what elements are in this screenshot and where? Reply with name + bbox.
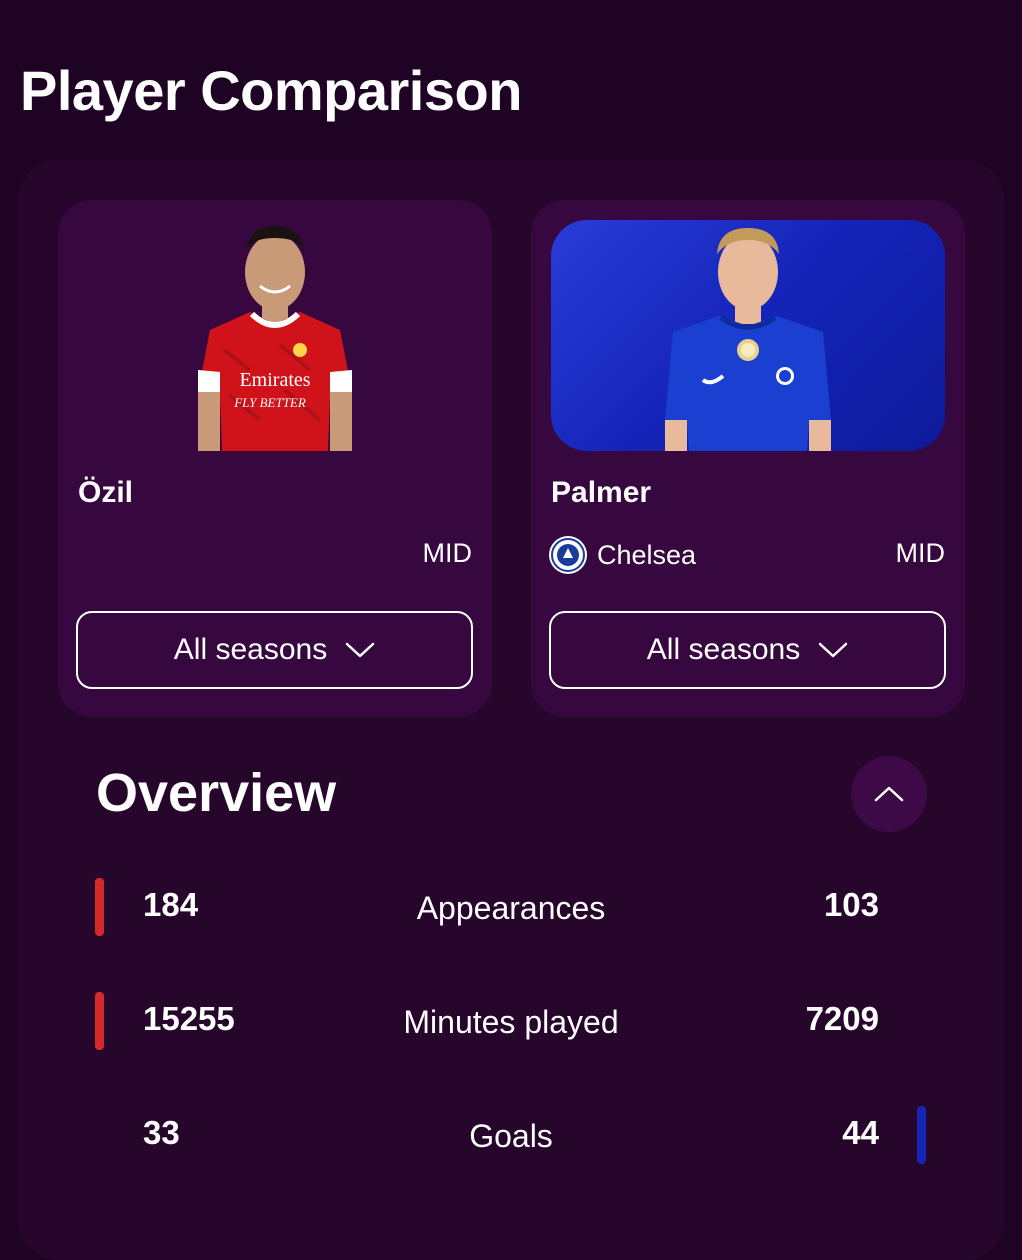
chelsea-badge-icon xyxy=(549,536,587,574)
chevron-down-icon xyxy=(345,642,375,658)
collapse-button[interactable] xyxy=(851,756,927,832)
section-title: Overview xyxy=(96,763,337,823)
page-title: Player Comparison xyxy=(20,59,522,122)
player-name: Özil xyxy=(78,476,134,509)
chevron-up-icon xyxy=(874,786,904,802)
stat-row: 15255 Minutes played 7209 xyxy=(0,992,1022,1052)
player-card-right[interactable]: Palmer Chelsea MID All seasons xyxy=(531,200,965,717)
season-select-label: All seasons xyxy=(173,633,328,666)
player-photo-ozil: Emirates FLY BETTER xyxy=(78,220,472,451)
season-select-label: All seasons xyxy=(646,633,801,666)
stat-row: 184 Appearances 103 xyxy=(0,878,1022,938)
player-image xyxy=(665,228,831,451)
svg-text:FLY BETTER: FLY BETTER xyxy=(233,395,306,410)
stat-value-right: 44 xyxy=(842,1114,879,1151)
player-club: Chelsea xyxy=(549,536,696,574)
svg-text:Emirates: Emirates xyxy=(239,369,310,391)
stat-row: 33 Goals 44 xyxy=(0,1106,1022,1166)
club-name: Chelsea xyxy=(597,539,697,570)
stat-value-right: 103 xyxy=(823,886,879,923)
chevron-down-icon xyxy=(818,642,848,658)
player-image: Emirates FLY BETTER xyxy=(198,226,352,451)
season-select-right[interactable]: All seasons xyxy=(549,611,946,689)
player-name: Palmer xyxy=(551,476,652,509)
stat-value-right: 7209 xyxy=(805,1000,879,1037)
player-card-left[interactable]: Emirates FLY BETTER Özil MID All seasons xyxy=(58,200,492,717)
leader-indicator-right xyxy=(917,1106,926,1164)
player-photo-palmer xyxy=(551,220,945,451)
player-position: MID xyxy=(422,538,473,568)
season-select-left[interactable]: All seasons xyxy=(76,611,473,689)
player-position: MID xyxy=(895,538,946,568)
